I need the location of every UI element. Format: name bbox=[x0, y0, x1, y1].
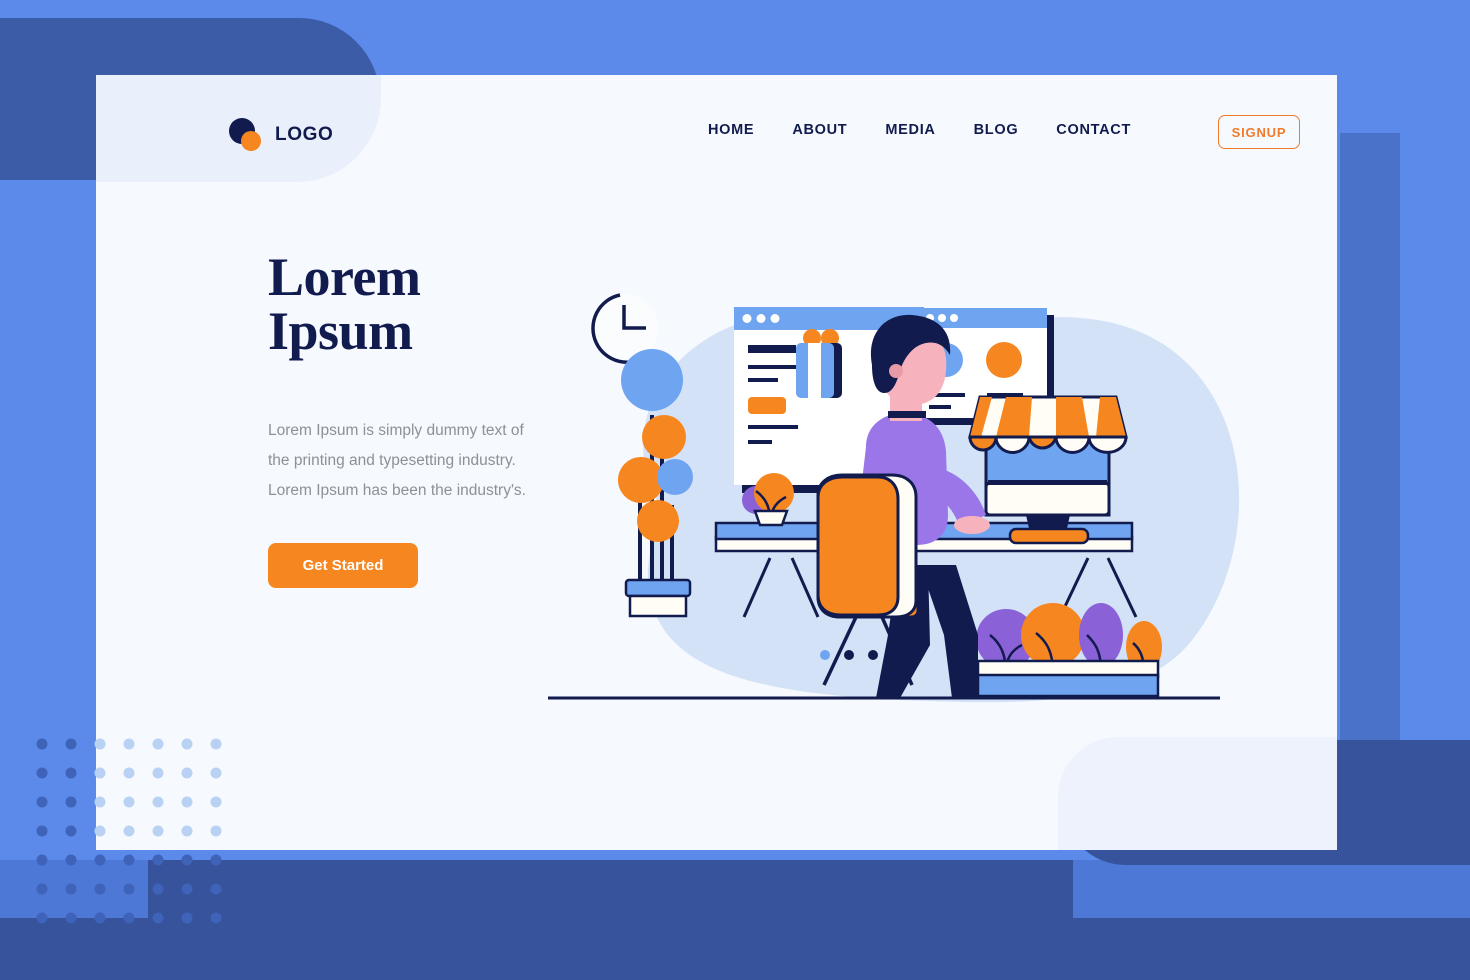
hero-title-line-2: Ipsum bbox=[268, 301, 413, 361]
hero-illustration bbox=[548, 215, 1248, 715]
decorative-dot bbox=[123, 912, 135, 924]
logo[interactable]: LOGO bbox=[229, 118, 333, 151]
decorative-dot bbox=[65, 767, 77, 779]
nav-item-media[interactable]: MEDIA bbox=[885, 122, 935, 138]
carousel-dot-2[interactable] bbox=[844, 650, 854, 660]
decorative-dot bbox=[181, 854, 193, 866]
background-shape-bottom-left bbox=[148, 860, 1073, 920]
nav-item-contact[interactable]: CONTACT bbox=[1056, 122, 1131, 138]
decorative-dot bbox=[123, 738, 135, 750]
hero-card: LOGO HOME ABOUT MEDIA BLOG CONTACT SIGNU… bbox=[96, 75, 1337, 850]
decorative-dot bbox=[123, 825, 135, 837]
decorative-dot bbox=[152, 883, 164, 895]
decorative-dot bbox=[210, 738, 222, 750]
decorative-dot bbox=[94, 912, 106, 924]
carousel-dot-1[interactable] bbox=[820, 650, 830, 660]
nav-item-blog[interactable]: BLOG bbox=[974, 122, 1019, 138]
decorative-dot bbox=[123, 796, 135, 808]
decorative-dot bbox=[210, 912, 222, 924]
decorative-dot bbox=[36, 825, 48, 837]
decorative-dot bbox=[65, 796, 77, 808]
decorative-dot bbox=[94, 767, 106, 779]
decorative-dot bbox=[152, 767, 164, 779]
nav-item-about[interactable]: ABOUT bbox=[792, 122, 847, 138]
nav-item-home[interactable]: HOME bbox=[708, 122, 754, 138]
decorative-dot bbox=[36, 796, 48, 808]
decorative-dot bbox=[65, 825, 77, 837]
decorative-dot bbox=[123, 883, 135, 895]
decorative-dot bbox=[210, 854, 222, 866]
decorative-dot bbox=[181, 767, 193, 779]
decorative-dot bbox=[36, 767, 48, 779]
card-bottom-blob bbox=[1058, 737, 1337, 850]
decorative-dot bbox=[36, 883, 48, 895]
decorative-dot bbox=[210, 883, 222, 895]
logo-circles-icon bbox=[229, 118, 262, 151]
decorative-dot bbox=[181, 912, 193, 924]
hero-copy: Lorem Ipsum Lorem Ipsum is simply dummy … bbox=[268, 250, 538, 589]
decorative-dot bbox=[181, 796, 193, 808]
decorative-dot bbox=[152, 825, 164, 837]
decorative-dot bbox=[94, 825, 106, 837]
decorative-dot bbox=[36, 854, 48, 866]
decorative-dot bbox=[94, 854, 106, 866]
decorative-dot bbox=[181, 825, 193, 837]
decorative-dot bbox=[65, 912, 77, 924]
decorative-dot bbox=[94, 738, 106, 750]
page-title: Lorem Ipsum bbox=[268, 250, 538, 358]
decorative-dot bbox=[181, 738, 193, 750]
hero-title-line-1: Lorem bbox=[268, 247, 421, 307]
nav-links: HOME ABOUT MEDIA BLOG CONTACT bbox=[708, 122, 1131, 138]
signup-button[interactable]: SIGNUP bbox=[1218, 115, 1300, 149]
decorative-dot bbox=[36, 912, 48, 924]
decorative-dot bbox=[210, 825, 222, 837]
logo-label: LOGO bbox=[275, 123, 334, 145]
decorative-dot bbox=[94, 883, 106, 895]
carousel-dot-3[interactable] bbox=[868, 650, 878, 660]
decorative-dot bbox=[210, 767, 222, 779]
decorative-dot bbox=[65, 883, 77, 895]
decorative-dot bbox=[210, 796, 222, 808]
get-started-button[interactable]: Get Started bbox=[268, 543, 418, 589]
decorative-dot bbox=[36, 738, 48, 750]
carousel-dots bbox=[820, 650, 878, 660]
decorative-dot bbox=[152, 796, 164, 808]
decorative-dot bbox=[152, 738, 164, 750]
decorative-dot bbox=[152, 912, 164, 924]
decorative-dot bbox=[65, 738, 77, 750]
decorative-dot-grid bbox=[36, 736, 251, 941]
decorative-dot bbox=[152, 854, 164, 866]
navbar: LOGO HOME ABOUT MEDIA BLOG CONTACT SIGNU… bbox=[96, 75, 1337, 187]
background-top-strip bbox=[0, 0, 1470, 20]
decorative-dot bbox=[65, 854, 77, 866]
decorative-dot bbox=[123, 854, 135, 866]
decorative-dot bbox=[123, 767, 135, 779]
hero-description: Lorem Ipsum is simply dummy text of the … bbox=[268, 422, 526, 499]
decorative-dot bbox=[94, 796, 106, 808]
decorative-dot bbox=[181, 883, 193, 895]
